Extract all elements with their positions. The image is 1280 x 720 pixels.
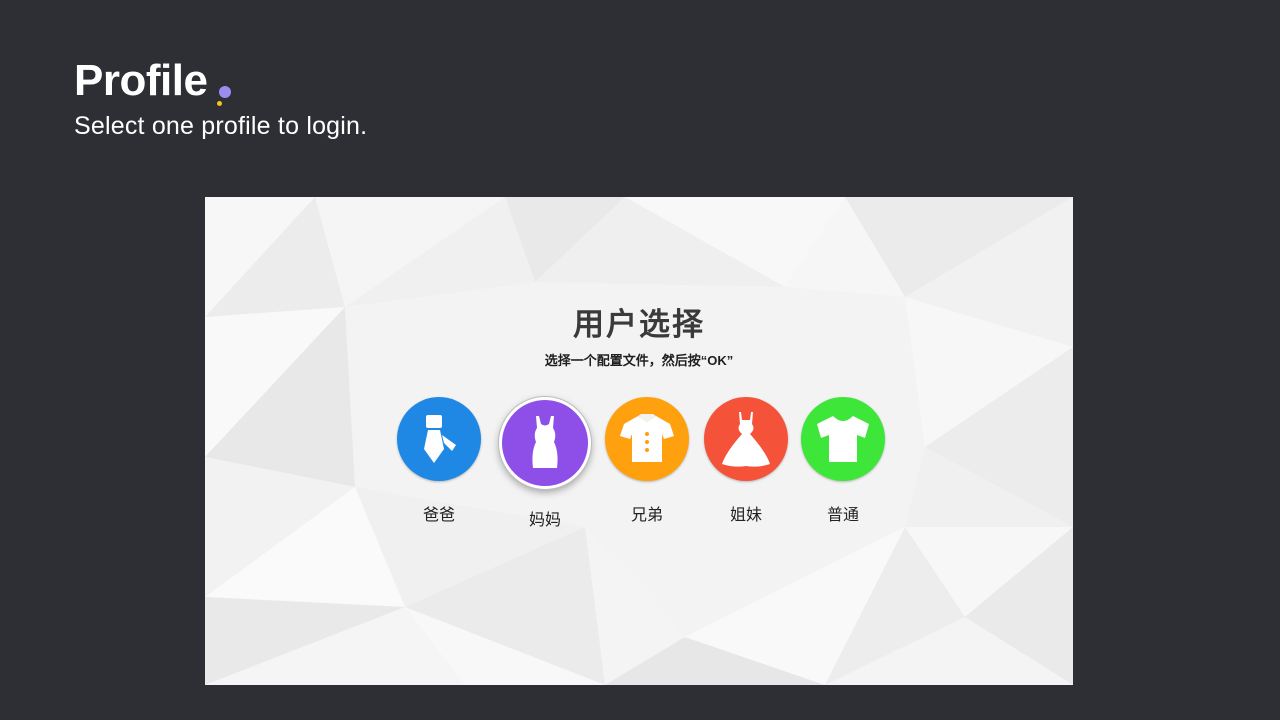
page-header: Profile Select one profile to login. xyxy=(74,56,367,141)
gown-icon xyxy=(722,412,770,467)
tshirt-icon xyxy=(817,416,869,462)
profile-label: 姐妹 xyxy=(729,507,762,524)
profile-avatar xyxy=(397,397,481,481)
profile-sister[interactable]: 姐妹 xyxy=(696,397,796,525)
profile-avatar xyxy=(801,397,885,481)
page-title: Profile xyxy=(74,56,208,105)
profile-mom[interactable]: 妈妈 xyxy=(495,397,595,530)
accent-dot-yellow xyxy=(217,101,223,106)
necktie-icon xyxy=(424,415,456,463)
accent-dot-purple xyxy=(219,86,232,98)
panel-title: 用户选择 xyxy=(573,307,705,342)
profile-brother[interactable]: 兄弟 xyxy=(597,397,697,525)
title-accent-dots xyxy=(217,66,237,106)
page-subtitle: Select one profile to login. xyxy=(74,112,368,140)
profile-general[interactable]: 普通 xyxy=(793,397,893,525)
profile-avatar xyxy=(605,397,689,481)
panel-instruction: 选择一个配置文件，然后按“OK” xyxy=(544,353,734,368)
shirt-icon xyxy=(620,414,674,462)
profile-avatar xyxy=(704,397,788,481)
profile-list: 爸爸 妈妈 兄弟 姐妹 普通 xyxy=(205,397,1073,537)
profile-label: 普通 xyxy=(826,507,859,524)
profile-selection-panel: 用户选择 选择一个配置文件，然后按“OK” 爸爸 妈妈 兄弟 姐妹 普通 xyxy=(205,197,1073,685)
profile-avatar xyxy=(499,397,591,489)
profile-label: 兄弟 xyxy=(630,507,663,524)
profile-label: 妈妈 xyxy=(528,512,561,529)
profile-dad[interactable]: 爸爸 xyxy=(389,397,489,525)
profile-label: 爸爸 xyxy=(422,507,455,524)
dress-icon xyxy=(532,416,558,468)
